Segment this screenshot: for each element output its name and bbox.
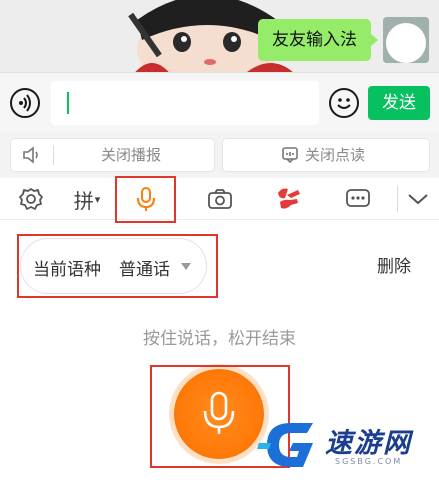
watermark-sub: SGSBG.COM <box>335 457 403 466</box>
read-icon <box>282 147 298 164</box>
youliao-icon[interactable] <box>264 178 314 220</box>
chat-message-bubble[interactable]: 友友输入法 <box>258 19 378 61</box>
highlight-frame-mic <box>115 176 176 223</box>
keyboard-panel: 关闭播报 关闭点读 拼 ▾ 当前语种 普通话 删除 按住说话，松开结束 速游网 … <box>0 132 439 480</box>
watermark-brand: 速游网 <box>325 428 412 459</box>
watermark: 速游网 SGSBG.COM <box>257 415 427 475</box>
close-broadcast-label: 关闭播报 <box>101 146 162 164</box>
voice-toggle-icon[interactable] <box>10 88 40 118</box>
chat-area: 友友输入法 <box>0 0 439 72</box>
settings-icon[interactable] <box>6 178 56 220</box>
chevron-down-icon[interactable] <box>393 178 439 220</box>
pinyin-mode-button[interactable]: 拼 ▾ <box>62 178 112 220</box>
avatar[interactable] <box>383 17 429 63</box>
chat-bubble-icon[interactable] <box>333 178 383 220</box>
message-input[interactable] <box>51 81 319 125</box>
delete-button[interactable]: 删除 <box>377 252 411 277</box>
speaker-icon <box>23 146 38 164</box>
emoji-icon[interactable] <box>329 88 359 118</box>
pinyin-label: 拼 <box>73 188 94 213</box>
close-broadcast-button[interactable]: 关闭播报 <box>10 138 215 172</box>
text-caret <box>67 92 69 114</box>
input-row: 发送 <box>0 72 439 132</box>
close-read-button[interactable]: 关闭点读 <box>222 138 430 172</box>
send-button[interactable]: 发送 <box>368 86 430 120</box>
close-read-label: 关闭点读 <box>305 146 366 164</box>
voice-hint: 按住说话，松开结束 <box>143 329 296 349</box>
pinyin-arrow: ▾ <box>94 192 101 206</box>
highlight-frame-language <box>17 234 218 298</box>
separator <box>53 145 54 165</box>
broadcast-row: 关闭播报 关闭点读 <box>0 132 439 178</box>
camera-icon[interactable] <box>195 178 245 220</box>
watermark-logo <box>257 423 313 467</box>
keyboard-toolbar: 拼 ▾ <box>0 178 439 220</box>
